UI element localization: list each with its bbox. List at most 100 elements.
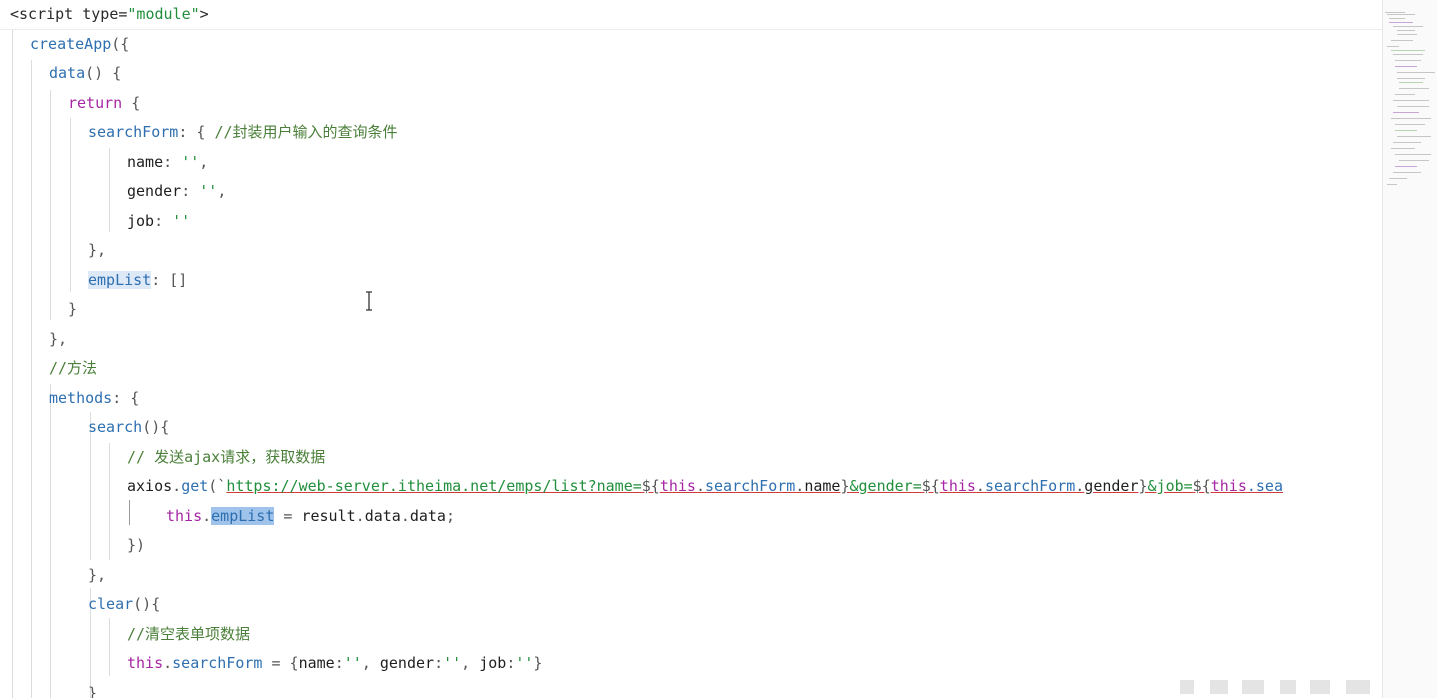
indent-guide — [109, 618, 110, 676]
code-token: https://web-server.itheima.net/emps/list… — [226, 477, 642, 495]
code-token: . — [163, 654, 173, 672]
code-token: axios — [127, 477, 173, 495]
code-token: return — [68, 93, 123, 112]
code-line[interactable]: clear(){ — [88, 590, 160, 619]
code-line[interactable]: this.searchForm = {name:'', gender:'', j… — [127, 649, 542, 678]
minimap-line — [1389, 178, 1407, 179]
minimap-line — [1391, 50, 1425, 51]
code-token: clear — [88, 595, 134, 613]
code-token: data — [409, 506, 446, 525]
code-token: '' — [199, 182, 218, 200]
code-token: &job= — [1147, 477, 1193, 495]
code-token: empList — [211, 506, 275, 525]
indent-guide — [70, 118, 71, 292]
indent-guide — [31, 60, 32, 698]
code-line[interactable]: }, — [88, 561, 106, 590]
minimap-line — [1395, 124, 1425, 125]
code-line[interactable]: } — [88, 679, 97, 698]
code-line[interactable]: axios.get(`https://web-server.itheima.ne… — [127, 472, 1283, 501]
code-line[interactable]: data() { — [49, 59, 121, 88]
indent-guide — [12, 30, 13, 698]
code-line[interactable]: //方法 — [49, 354, 97, 383]
minimap-line — [1389, 22, 1413, 23]
minimap-line — [1393, 112, 1419, 113]
code-token: this — [166, 506, 203, 525]
code-token: . — [172, 477, 182, 495]
minimap-line — [1399, 88, 1429, 89]
code-token: : [] — [151, 270, 188, 289]
code-token: . — [400, 506, 410, 525]
code-token: . — [695, 477, 705, 495]
code-token: : { — [112, 388, 140, 407]
minimap-line — [1385, 12, 1405, 13]
code-line[interactable]: }, — [49, 325, 67, 354]
code-token: ${ — [641, 477, 660, 495]
minimap-line — [1397, 136, 1431, 137]
current-line-divider — [0, 29, 1382, 30]
code-token: //清空表单项数据 — [127, 624, 251, 643]
code-token: . — [975, 477, 985, 495]
code-token: , — [361, 654, 380, 672]
code-line[interactable]: }) — [127, 531, 145, 560]
code-token: search — [88, 418, 143, 436]
code-token: }, — [49, 329, 68, 348]
code-line[interactable]: // 发送ajax请求，获取数据 — [127, 443, 325, 472]
code-line[interactable]: createApp({ — [30, 30, 129, 59]
code-line[interactable]: //清空表单项数据 — [127, 620, 250, 649]
code-token: type= — [73, 5, 128, 23]
code-line[interactable]: empList: [] — [88, 266, 187, 295]
code-token: : — [181, 182, 200, 200]
code-token: , — [461, 654, 480, 672]
minimap-line — [1395, 94, 1415, 95]
code-token: data — [49, 64, 86, 82]
code-line[interactable]: } — [68, 295, 77, 324]
code-token: () { — [85, 64, 122, 82]
code-token: empList — [88, 270, 152, 289]
code-line[interactable]: gender: '', — [127, 177, 226, 206]
code-token: '' — [181, 152, 200, 171]
code-token: ${ — [1192, 477, 1211, 495]
code-token: . — [1075, 477, 1085, 495]
code-token: } — [1138, 477, 1148, 495]
code-line[interactable]: }, — [88, 236, 106, 265]
code-token: name — [804, 477, 841, 495]
code-token: (){ — [133, 595, 161, 613]
code-token: job — [479, 654, 507, 672]
code-token: // 发送ajax请求，获取数据 — [127, 447, 326, 466]
code-token: , — [199, 152, 209, 171]
code-line[interactable]: name: '', — [127, 148, 208, 177]
code-token: = { — [262, 654, 299, 672]
code-line[interactable]: searchForm: { //封装用户输入的查询条件 — [88, 118, 398, 147]
code-line[interactable]: methods: { — [49, 384, 139, 413]
code-token: ({ — [111, 34, 130, 53]
code-token: : — [434, 654, 444, 672]
code-token: : — [506, 654, 516, 672]
code-line[interactable]: return { — [68, 89, 140, 118]
code-editor[interactable]: <script type="module"> createApp({data() … — [0, 0, 1382, 698]
minimap-line — [1389, 18, 1405, 19]
code-token: } — [68, 300, 78, 318]
code-minimap[interactable] — [1382, 0, 1437, 698]
code-line[interactable]: this.empList = result.data.data; — [166, 502, 455, 531]
code-line[interactable]: <script type="module"> — [10, 0, 209, 29]
code-token: gender — [127, 182, 182, 200]
indent-guide — [129, 500, 130, 525]
minimap-line — [1393, 100, 1429, 101]
minimap-line — [1391, 40, 1413, 41]
code-token: searchForm — [172, 654, 263, 672]
code-token: }) — [127, 536, 146, 554]
code-token: job — [127, 211, 155, 230]
code-token: (){ — [142, 418, 170, 436]
code-line[interactable]: job: '' — [127, 207, 190, 236]
code-token: methods — [49, 388, 113, 407]
code-token: name — [298, 654, 335, 672]
code-token: }, — [88, 241, 107, 259]
minimap-line — [1391, 118, 1431, 119]
code-token: { — [122, 93, 141, 112]
code-token: } — [88, 683, 98, 698]
minimap-line — [1387, 14, 1415, 15]
code-line[interactable]: search(){ — [88, 413, 169, 442]
code-token: , — [217, 182, 227, 200]
minimap-line — [1395, 166, 1417, 167]
code-token: name — [127, 152, 164, 171]
